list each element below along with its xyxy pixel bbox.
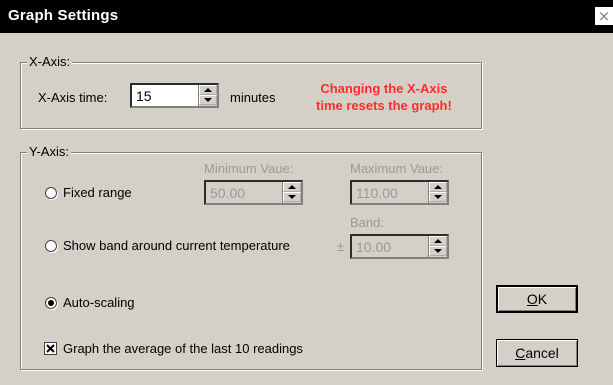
minimum-value-spinner[interactable] xyxy=(204,180,303,205)
x-axis-legend: X-Axis: xyxy=(27,54,73,70)
band-value-spin-buttons xyxy=(428,236,447,257)
auto-scaling-radio[interactable] xyxy=(45,297,57,309)
dialog-title: Graph Settings xyxy=(8,7,119,24)
x-axis-warning-line2: time resets the graph! xyxy=(316,98,452,113)
ok-button[interactable]: OK xyxy=(496,285,578,313)
spin-down-arrow-icon[interactable] xyxy=(199,95,217,105)
maximum-value-label: Maximum Vaue: xyxy=(350,161,443,176)
ok-button-mnemonic: O xyxy=(526,291,538,307)
show-band-label[interactable]: Show band around current temperature xyxy=(63,238,290,254)
x-axis-units-label: minutes xyxy=(230,90,276,105)
fixed-range-radio[interactable] xyxy=(45,187,57,199)
checkmark-icon xyxy=(46,344,55,353)
x-axis-time-label: X-Axis time: xyxy=(38,90,108,105)
minimum-value-input[interactable] xyxy=(206,182,283,203)
x-axis-warning-line1: Changing the X-Axis xyxy=(320,81,448,96)
spin-up-arrow-icon[interactable] xyxy=(429,182,447,192)
spin-up-arrow-icon[interactable] xyxy=(283,182,301,192)
minimum-value-spin-buttons xyxy=(282,182,301,203)
spin-down-arrow-icon[interactable] xyxy=(429,246,447,256)
auto-scaling-label[interactable]: Auto-scaling xyxy=(63,295,135,311)
graph-average-checkbox[interactable] xyxy=(44,342,57,355)
graph-average-label[interactable]: Graph the average of the last 10 reading… xyxy=(63,341,303,357)
maximum-value-input[interactable] xyxy=(352,182,429,203)
x-axis-time-spinner[interactable] xyxy=(130,83,219,108)
x-axis-warning: Changing the X-Axis time resets the grap… xyxy=(316,80,452,114)
x-axis-time-spin-buttons xyxy=(198,85,217,106)
cancel-button-mnemonic: C xyxy=(515,345,526,361)
spin-down-arrow-icon[interactable] xyxy=(429,192,447,202)
title-bar: Graph Settings × xyxy=(0,0,613,33)
cancel-button[interactable]: Cancel xyxy=(496,339,578,367)
close-icon[interactable]: × xyxy=(595,7,613,25)
fixed-range-label[interactable]: Fixed range xyxy=(63,185,132,201)
x-axis-time-input[interactable] xyxy=(132,85,199,106)
maximum-value-spinner[interactable] xyxy=(350,180,449,205)
spin-up-arrow-icon[interactable] xyxy=(429,236,447,246)
minimum-value-label: Minimum Vaue: xyxy=(204,161,294,176)
maximum-value-spin-buttons xyxy=(428,182,447,203)
plus-minus-label: ± xyxy=(337,239,345,254)
y-axis-legend: Y-Axis: xyxy=(27,144,71,160)
ok-button-label-rest: K xyxy=(537,291,548,307)
spin-down-arrow-icon[interactable] xyxy=(283,192,301,202)
show-band-radio[interactable] xyxy=(45,240,57,252)
cancel-button-label-rest: ancel xyxy=(525,345,559,361)
spin-up-arrow-icon[interactable] xyxy=(199,85,217,95)
band-value-spinner[interactable] xyxy=(350,234,449,259)
band-value-input[interactable] xyxy=(352,236,429,257)
band-label: Band: xyxy=(350,215,384,230)
graph-settings-dialog: Graph Settings × X-Axis: X-Axis time: mi… xyxy=(0,0,613,385)
